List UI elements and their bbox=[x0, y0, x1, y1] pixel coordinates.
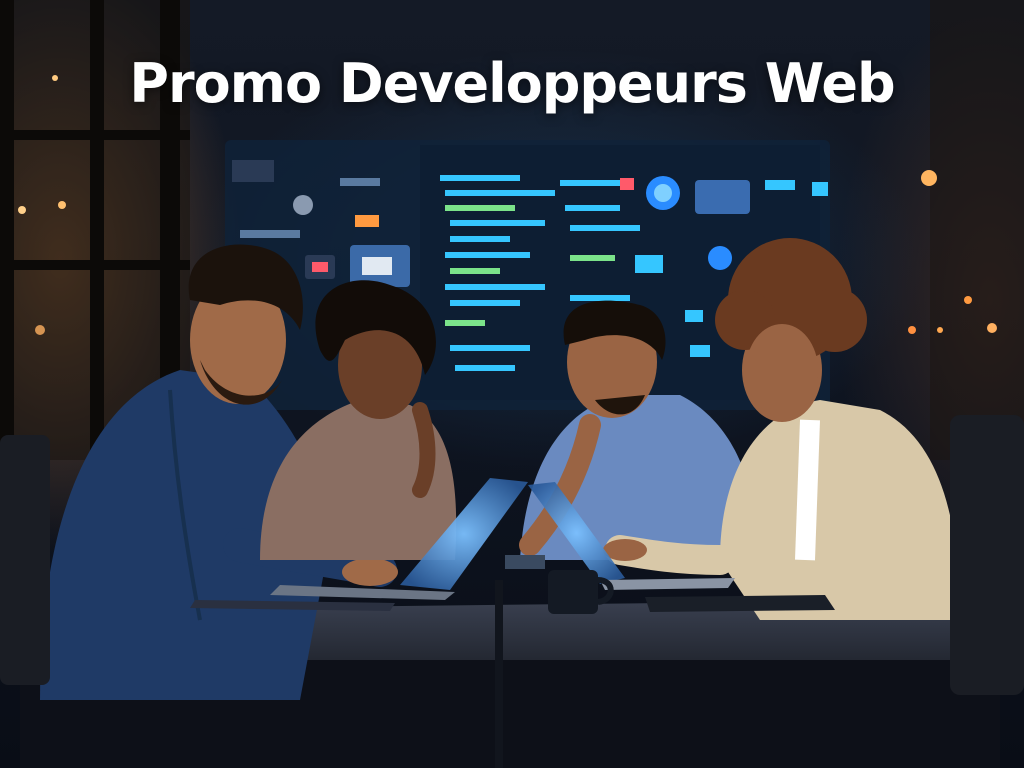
headline-title: Promo Developpeurs Web bbox=[129, 52, 895, 115]
scene-illustration bbox=[0, 0, 1024, 768]
laptop-far bbox=[505, 555, 545, 569]
photo-scene: Promo Developpeurs Web bbox=[0, 0, 1024, 768]
